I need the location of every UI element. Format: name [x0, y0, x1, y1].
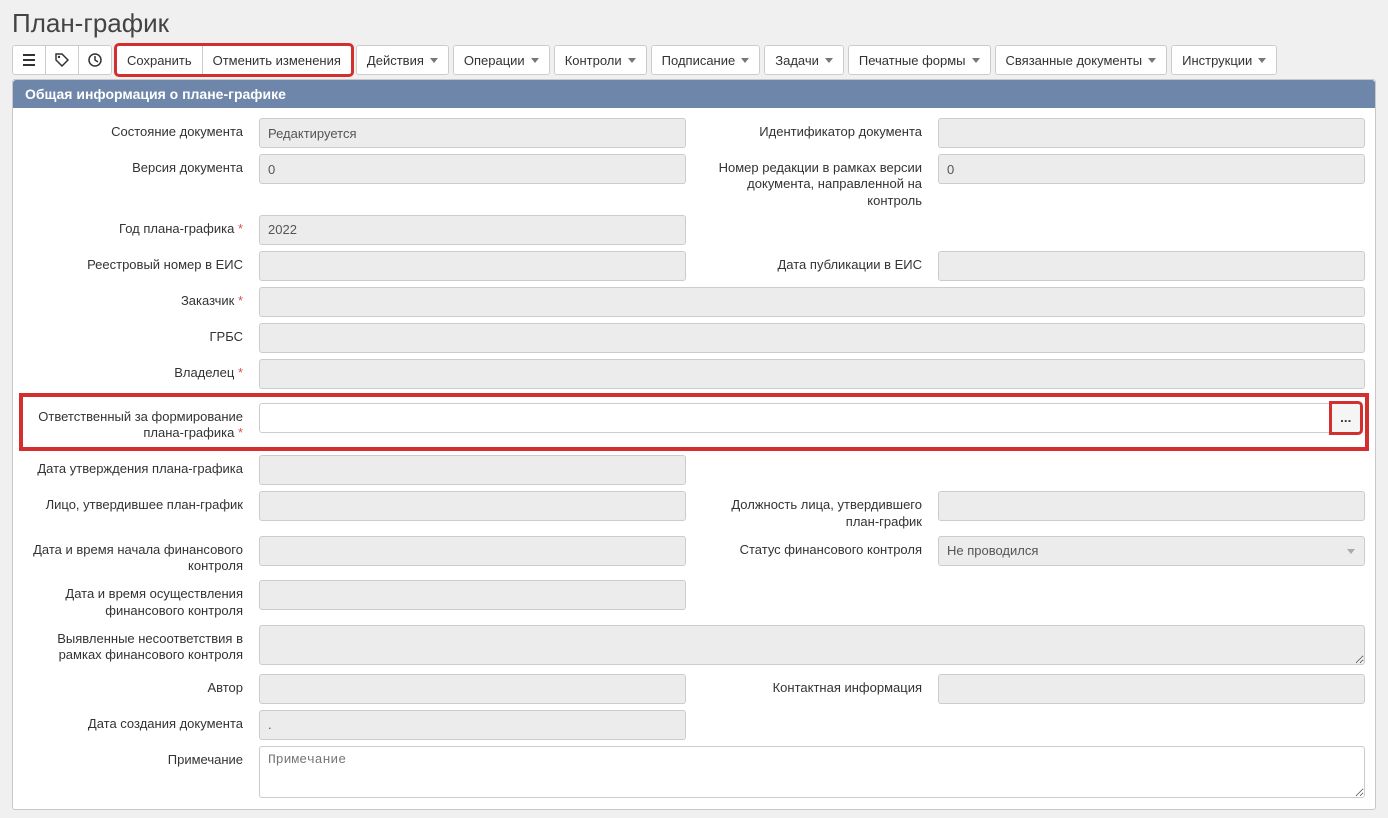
control-exec-label: Дата и время осуществления финансового к…: [23, 580, 243, 619]
create-date-field: [259, 710, 686, 740]
doc-state-label: Состояние документа: [23, 118, 243, 140]
approver-field: [259, 491, 686, 521]
save-button[interactable]: Сохранить: [117, 46, 203, 74]
instructions-label: Инструкции: [1182, 53, 1252, 68]
controls-group: Контроли: [554, 45, 647, 75]
caret-icon: [1148, 58, 1156, 63]
control-exec-field: [259, 580, 686, 610]
section-general-info: Общая информация о плане-графике Состоян…: [12, 79, 1376, 810]
instructions-dropdown[interactable]: Инструкции: [1172, 46, 1276, 74]
signing-label: Подписание: [662, 53, 736, 68]
author-label: Автор: [23, 674, 243, 696]
tasks-group: Задачи: [764, 45, 844, 75]
registry-number-field: [259, 251, 686, 281]
related-docs-dropdown[interactable]: Связанные документы: [996, 46, 1167, 74]
author-field: [259, 674, 686, 704]
signing-dropdown[interactable]: Подписание: [652, 46, 760, 74]
contact-label: Контактная информация: [702, 674, 922, 696]
create-date-label: Дата создания документа: [23, 710, 243, 732]
customer-label: Заказчик: [23, 287, 243, 309]
control-start-label: Дата и время начала финансового контроля: [23, 536, 243, 575]
menu-icon: [22, 53, 36, 67]
approver-position-label: Должность лица, утвердившего план-график: [702, 491, 922, 530]
section-body: Состояние документа Идентификатор докуме…: [13, 108, 1375, 809]
registry-number-label: Реестровый номер в ЕИС: [23, 251, 243, 273]
tasks-label: Задачи: [775, 53, 819, 68]
doc-version-label: Версия документа: [23, 154, 243, 176]
tag-button[interactable]: [46, 46, 79, 74]
customer-field[interactable]: [259, 287, 1365, 317]
owner-field[interactable]: [259, 359, 1365, 389]
note-field[interactable]: [259, 746, 1365, 798]
plan-year-field[interactable]: [259, 215, 686, 245]
print-forms-group: Печатные формы: [848, 45, 991, 75]
owner-label: Владелец: [23, 359, 243, 381]
history-button[interactable]: [79, 46, 111, 74]
grbs-label: ГРБС: [23, 323, 243, 345]
control-status-field[interactable]: [938, 536, 1365, 566]
responsible-row-highlight: Ответственный за формирование плана-граф…: [19, 393, 1369, 452]
approval-date-label: Дата утверждения плана-графика: [23, 455, 243, 477]
edition-number-label: Номер редакции в рамках версии документа…: [702, 154, 922, 209]
caret-icon: [430, 58, 438, 63]
doc-state-field: [259, 118, 686, 148]
caret-icon: [628, 58, 636, 63]
operations-label: Операции: [464, 53, 525, 68]
mismatches-label: Выявленные несоответствия в рамках финан…: [23, 625, 243, 664]
note-label: Примечание: [23, 746, 243, 768]
actions-dropdown[interactable]: Действия: [357, 46, 448, 74]
contact-field: [938, 674, 1365, 704]
controls-dropdown[interactable]: Контроли: [555, 46, 646, 74]
instructions-group: Инструкции: [1171, 45, 1277, 75]
grbs-field: [259, 323, 1365, 353]
page-title: План-график: [12, 8, 1376, 39]
caret-icon: [972, 58, 980, 63]
responsible-field[interactable]: [259, 403, 1331, 433]
toolbar-group-icons: [12, 45, 112, 75]
caret-icon: [1258, 58, 1266, 63]
actions-label: Действия: [367, 53, 424, 68]
operations-group: Операции: [453, 45, 550, 75]
pub-date-field: [938, 251, 1365, 281]
operations-dropdown[interactable]: Операции: [454, 46, 549, 74]
save-cancel-group: Сохранить Отменить изменения: [116, 45, 352, 75]
cancel-button[interactable]: Отменить изменения: [203, 46, 351, 74]
print-forms-label: Печатные формы: [859, 53, 966, 68]
section-header: Общая информация о плане-графике: [13, 80, 1375, 108]
doc-id-field: [938, 118, 1365, 148]
responsible-label: Ответственный за формирование плана-граф…: [23, 403, 243, 442]
actions-group: Действия: [356, 45, 449, 75]
related-docs-group: Связанные документы: [995, 45, 1168, 75]
control-status-label: Статус финансового контроля: [702, 536, 922, 558]
plan-year-label: Год плана-графика: [23, 215, 243, 237]
doc-id-label: Идентификатор документа: [702, 118, 922, 140]
related-docs-label: Связанные документы: [1006, 53, 1143, 68]
edition-number-field: [938, 154, 1365, 184]
controls-label: Контроли: [565, 53, 622, 68]
chevron-down-icon: [1347, 549, 1355, 554]
control-start-field: [259, 536, 686, 566]
approver-position-field: [938, 491, 1365, 521]
clock-icon: [88, 53, 102, 67]
approver-label: Лицо, утвердившее план-график: [23, 491, 243, 513]
toolbar: Сохранить Отменить изменения Действия Оп…: [12, 45, 1376, 75]
tasks-dropdown[interactable]: Задачи: [765, 46, 843, 74]
tag-icon: [55, 53, 69, 67]
menu-button[interactable]: [13, 46, 46, 74]
approval-date-field: [259, 455, 686, 485]
pub-date-label: Дата публикации в ЕИС: [702, 251, 922, 273]
caret-icon: [531, 58, 539, 63]
doc-version-field: [259, 154, 686, 184]
responsible-lookup-button[interactable]: ...: [1331, 403, 1361, 433]
print-forms-dropdown[interactable]: Печатные формы: [849, 46, 990, 74]
caret-icon: [825, 58, 833, 63]
mismatches-field: [259, 625, 1365, 665]
caret-icon: [741, 58, 749, 63]
signing-group: Подписание: [651, 45, 761, 75]
